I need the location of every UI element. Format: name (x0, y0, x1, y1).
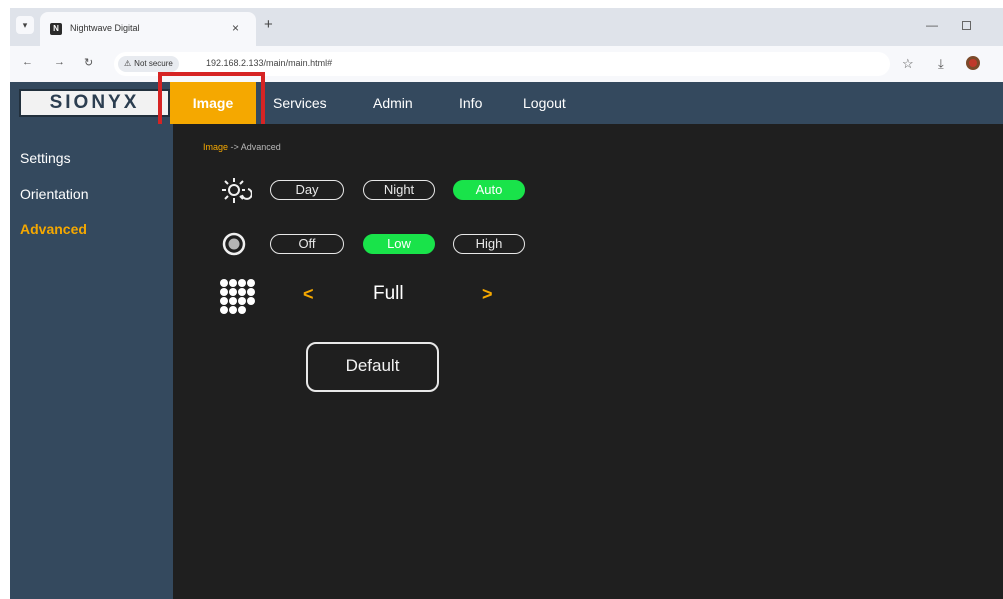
breadcrumb: Image -> Advanced (203, 142, 281, 152)
grid-icon (220, 279, 255, 314)
security-chip[interactable]: ⚠ Not secure (118, 56, 179, 72)
breadcrumb-image[interactable]: Image (203, 142, 228, 152)
nav-admin[interactable]: Admin (373, 82, 413, 124)
resolution-next-button[interactable]: > (482, 284, 493, 305)
mode-auto-button[interactable]: Auto (453, 180, 525, 200)
maximize-icon[interactable] (962, 21, 971, 30)
sensor-circle-icon (222, 232, 246, 256)
mode-day-button[interactable]: Day (270, 180, 344, 200)
not-secure-label: Not secure (134, 59, 173, 68)
nav-services[interactable]: Services (273, 82, 327, 124)
tab-strip: ▾ N Nightwave Digital × + — (10, 8, 1003, 46)
download-icon[interactable]: ⤓ (938, 56, 944, 72)
sidebar-item-advanced[interactable]: Advanced (20, 221, 87, 237)
level-off-button[interactable]: Off (270, 234, 344, 254)
back-arrow-icon[interactable]: ← (22, 56, 33, 68)
new-tab-icon[interactable]: + (264, 16, 273, 33)
browser-tab[interactable]: N Nightwave Digital × (40, 12, 256, 46)
browser-chrome: ▾ N Nightwave Digital × + — ← → ↻ ⚠ Not … (10, 8, 1003, 82)
tab-title: Nightwave Digital (70, 23, 140, 33)
profile-icon[interactable] (966, 56, 980, 70)
level-high-button[interactable]: High (453, 234, 525, 254)
tab-menu-icon[interactable]: ▾ (16, 16, 34, 34)
mode-night-button[interactable]: Night (363, 180, 435, 200)
resolution-value: Full (373, 283, 404, 304)
breadcrumb-advanced: Advanced (240, 142, 281, 152)
resolution-prev-button[interactable]: < (303, 284, 314, 305)
sionyx-logo: SIONYX (19, 89, 170, 117)
close-tab-icon[interactable]: × (232, 21, 239, 35)
sidebar-item-orientation[interactable]: Orientation (20, 186, 88, 202)
star-icon[interactable]: ☆ (902, 56, 914, 72)
minimize-icon[interactable]: — (926, 18, 938, 32)
reload-icon[interactable]: ↻ (84, 56, 93, 69)
sidebar: Settings Orientation Advanced (10, 124, 173, 599)
nav-info[interactable]: Info (459, 82, 482, 124)
main-panel: Image -> Advanced Day Night Auto Off Low… (173, 124, 1003, 599)
warning-icon: ⚠ (124, 59, 132, 68)
default-button[interactable]: Default (306, 342, 439, 392)
favicon-icon: N (50, 23, 62, 35)
day-night-icon (222, 178, 252, 203)
level-low-button[interactable]: Low (363, 234, 435, 254)
nav-logout[interactable]: Logout (523, 82, 566, 124)
breadcrumb-separator: -> (228, 142, 241, 152)
forward-arrow-icon[interactable]: → (54, 56, 65, 68)
sidebar-item-settings[interactable]: Settings (20, 150, 71, 166)
url-text[interactable]: 192.168.2.133/main/main.html# (206, 58, 332, 68)
